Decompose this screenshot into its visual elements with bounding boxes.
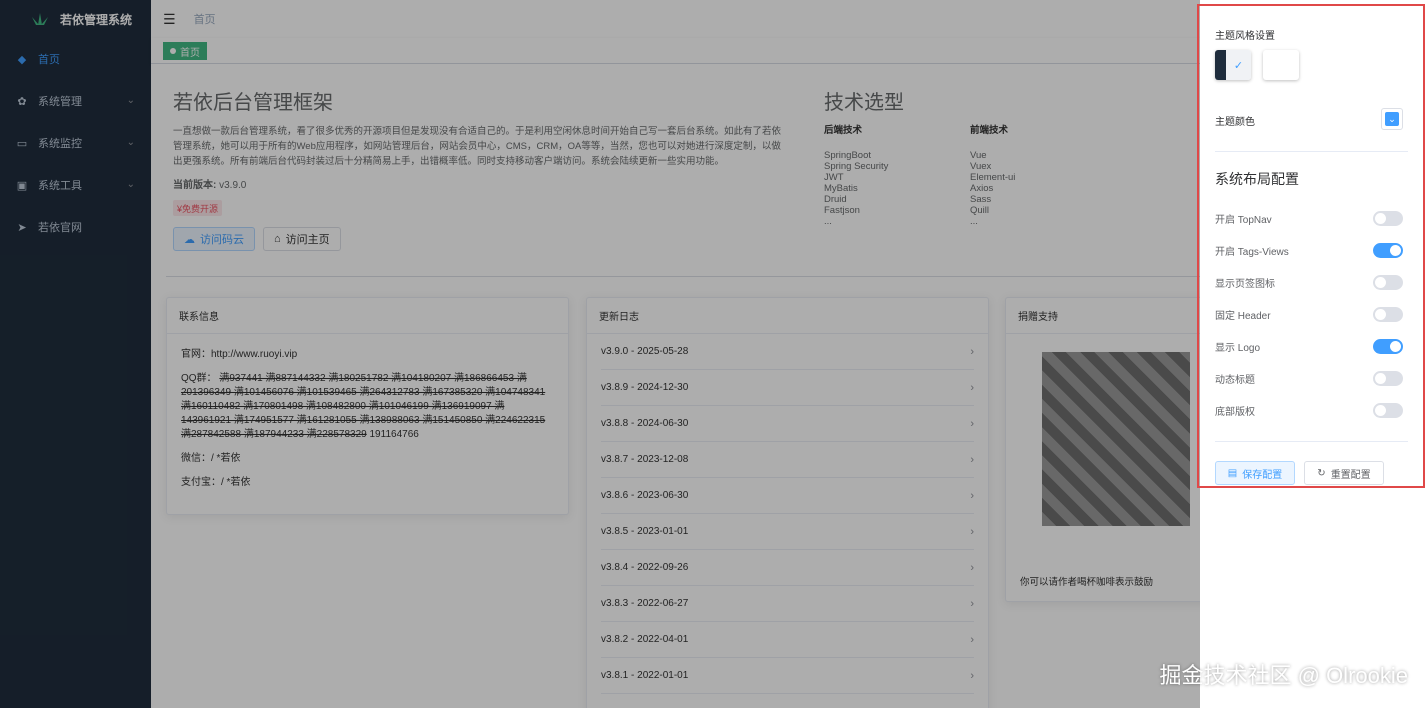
watermark: 掘金技术社区 @ Olrookie	[1159, 663, 1408, 688]
highlight-frame	[1197, 4, 1425, 488]
